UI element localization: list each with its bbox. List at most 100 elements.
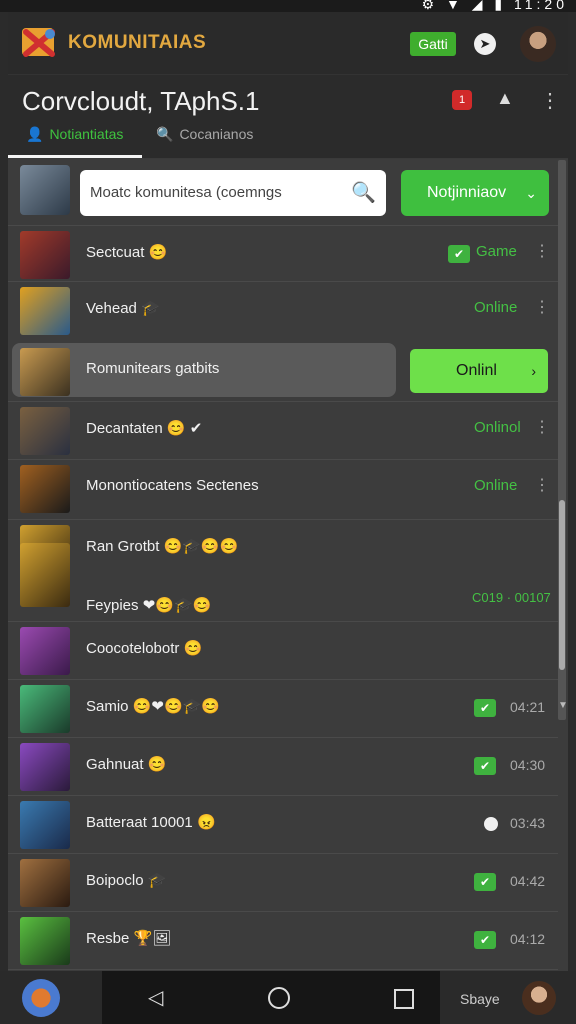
emoji-badges: 🎓 [147,872,167,889]
community-thumbnail [20,543,70,607]
get-button[interactable]: Gatti [410,32,456,56]
emoji-badges: 🏆🖼 [133,930,172,947]
app-shortcut-icon[interactable] [22,979,60,1017]
community-name: Resbe 🏆🖼 [86,930,172,947]
community-thumbnail [20,465,70,513]
search-row: Moatc komunitesa (coemngs 🔍 Notjinniaov … [8,159,558,225]
timestamp: 04:30 [510,757,546,773]
status-text: Game [476,243,517,260]
timestamp: 04:42 [510,873,546,889]
list-item[interactable]: Ran Grotbt 😊🎓😊😊 [8,519,558,580]
community-thumbnail [20,801,70,849]
community-name: Batteraat 10001 😠 [86,814,216,831]
check-icon[interactable]: ✔ [448,245,470,263]
timestamp: C019 · 00107 [472,590,551,605]
check-icon[interactable]: ✔ [474,757,496,775]
community-name: Romunitears gatbits [86,360,220,377]
status-text: Online [474,477,518,494]
page-title: Corvcloudt, TAphS.1 [22,86,260,116]
nav-avatar[interactable] [522,981,556,1015]
check-icon[interactable]: ✔ [474,873,496,891]
compass-icon[interactable]: ➤ [474,33,496,55]
community-thumbnail [20,743,70,791]
community-name: Feypies ❤😊🎓😊 [86,597,212,614]
back-icon[interactable]: ◁ [148,985,163,1010]
person-icon: 👤 [26,126,44,142]
emoji-badges: 😊 ✔ [166,420,203,437]
community-name: Monontiocatens Sectenes [86,477,259,494]
tab-bar: 👤 Notiantiatas 🔍 Cocanianos [8,118,568,159]
clock: 11:20 [514,0,568,12]
emoji-badges: 🎓 [141,300,160,317]
list-item[interactable]: Decantaten 😊 ✔ Onlinol ⋮ [8,401,558,460]
list-item[interactable]: Gahnuat 😊 ✔ 04:30 [8,737,558,796]
magnifier-icon[interactable]: 🔍 [351,180,376,205]
home-icon[interactable] [268,987,290,1009]
emoji-badges: 😊 [147,756,167,773]
community-name: Decantaten 😊 ✔ [86,420,203,437]
community-thumbnail [20,287,70,335]
profile-avatar[interactable] [520,26,556,62]
community-thumbnail [20,348,70,396]
community-thumbnail [20,627,70,675]
recent-apps-icon[interactable] [394,989,414,1009]
chevron-down-icon: ⌄ [525,185,537,201]
community-thumbnail [20,231,70,279]
scroll-thumb[interactable] [559,500,565,670]
search-input[interactable]: Moatc komunitesa (coemngs 🔍 [80,170,386,216]
system-nav-bar: ◁ Sbaye [0,971,576,1024]
community-name: Coocotelobotr 😊 [86,640,203,657]
more-options-icon[interactable]: ⋮ [534,241,550,261]
timestamp: 03:43 [510,815,546,831]
status-dot [484,817,498,831]
community-name: Boipoclo 🎓 [86,872,167,889]
list-item[interactable]: Feypies ❤😊🎓😊 C019 · 00107 [8,543,558,623]
community-name: Ran Grotbt 😊🎓😊😊 [86,538,239,555]
status-bar: ⚙ ▼ ◢ ▮ 11:20 [0,0,576,12]
list-item[interactable]: Monontiocatens Sectenes Online ⋮ [8,459,558,518]
community-name: Gahnuat 😊 [86,756,167,773]
scrollbar[interactable] [558,160,566,720]
notifications-button[interactable]: Notjinniaov ⌄ [401,170,549,216]
community-name: Sectcuat 😊 [86,244,168,261]
community-thumbnail [20,917,70,965]
app-logo-icon [22,28,55,57]
search-icon: 🔍 [156,126,174,142]
list-item[interactable]: Samio 😊❤😊🎓😊 ✔ 04:21 [8,679,558,738]
tab-communities[interactable]: 🔍 Cocanianos [156,118,253,158]
check-icon[interactable]: ✔ [474,699,496,717]
nav-app-shortcut[interactable] [0,971,102,1024]
list-item[interactable]: Batteraat 10001 😠 03:43 [8,795,558,854]
list-item[interactable]: Boipoclo 🎓 ✔ 04:42 [8,853,558,912]
timestamp: 04:21 [510,699,546,715]
emoji-badges: 😊🎓😊😊 [163,538,239,555]
list-item[interactable]: Romunitears gatbits [8,343,558,401]
more-options-icon[interactable]: ⋮ [534,297,550,317]
upload-icon[interactable]: ▲ [496,88,514,109]
more-options-icon[interactable]: ⋮ [540,88,560,113]
status-text: Onlinol [474,419,521,436]
more-options-icon[interactable]: ⋮ [534,417,550,437]
more-options-icon[interactable]: ⋮ [534,475,550,495]
list-item[interactable]: Resbe 🏆🖼 ✔ 04:12 [8,911,558,970]
list-item[interactable]: Coocotelobotr 😊 [8,621,558,680]
check-icon[interactable]: ✔ [474,931,496,949]
community-name: Vehead 🎓 [86,300,160,317]
nav-profile[interactable]: Sbaye [440,971,576,1024]
scroll-down-icon[interactable]: ▼ [558,700,568,711]
emoji-badges: ❤😊🎓😊 [142,597,212,614]
community-thumbnail [20,407,70,455]
nav-label: Sbaye [460,991,500,1007]
timestamp: 04:12 [510,931,546,947]
emoji-badges: 😊 [183,640,203,657]
emoji-badges: 😊 [148,244,168,261]
tab-notifications[interactable]: 👤 Notiantiatas [8,118,142,158]
top-app-bar: KOMUNITAIAS Gatti ➤ [8,12,568,75]
list-item[interactable]: Vehead 🎓 Online ⋮ [8,281,558,340]
notification-badge[interactable]: 1 [452,90,472,110]
search-thumbnail [20,165,70,215]
community-list-panel: Moatc komunitesa (coemngs 🔍 Notjinniaov … [8,159,568,971]
list-item[interactable]: Sectcuat 😊 ✔ Game ⋮ [8,225,558,284]
app-name: KOMUNITAIAS [68,32,207,53]
community-thumbnail [20,859,70,907]
